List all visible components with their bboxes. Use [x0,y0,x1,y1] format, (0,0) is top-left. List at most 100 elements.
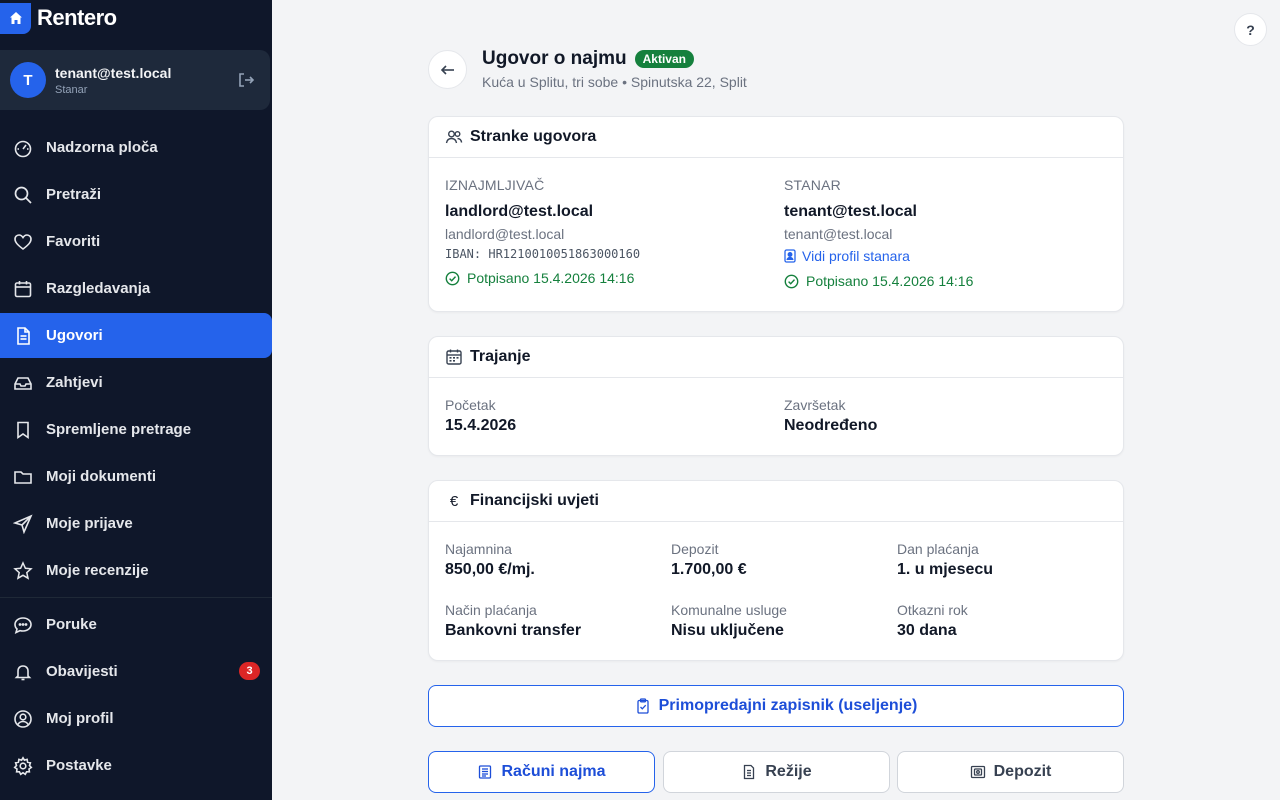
notice-label: Otkazni rok [897,602,968,618]
landlord-email: landlord@test.local [445,226,565,242]
sidebar-item-viewings[interactable]: Razgledavanja [0,266,272,311]
sidebar-nav: Nadzorna ploča Pretraži Favoriti Razgled… [0,125,272,790]
bell-icon [13,662,33,682]
sidebar-item-documents[interactable]: Moji dokumenti [0,454,272,499]
user-icon [13,709,33,729]
check-circle-icon [784,274,799,289]
start-label: Početak [445,397,496,413]
user-card: T tenant@test.local Stanar [0,50,270,110]
divider [0,597,272,598]
sidebar-item-favorites[interactable]: Favoriti [0,219,272,264]
landlord-name: landlord@test.local [445,203,594,220]
sidebar-item-label: Spremljene pretrage [46,421,192,438]
search-icon [13,185,33,205]
sidebar-item-notifications[interactable]: Obavijesti 3 [0,649,272,694]
tenant-name: tenant@test.local [784,203,917,220]
landlord-label: IZNAJMLJIVAČ [445,177,545,193]
tab-utilities[interactable]: Režije [663,751,890,793]
sidebar-item-label: Moji dokumenti [46,468,156,485]
sidebar-item-label: Moj profil [46,710,114,727]
user-email: tenant@test.local [55,64,172,81]
back-button[interactable] [428,50,467,89]
inbox-icon [13,373,33,393]
sidebar-item-label: Razgledavanja [46,280,151,297]
tenant-signed: Potpisano 15.4.2026 14:16 [784,273,1104,289]
utilities-value: Nisu uključene [671,622,784,639]
sidebar-item-messages[interactable]: Poruke [0,602,272,647]
finance-card: € Financijski uvjeti Najamnina 850,00 €/… [428,480,1124,661]
receipt-icon [477,764,493,780]
landlord-signed: Potpisano 15.4.2026 14:16 [445,270,765,286]
landlord-iban: IBAN: HR1210010051863000160 [445,247,641,261]
sidebar-item-label: Nadzorna ploča [46,139,158,156]
help-button[interactable]: ? [1234,13,1267,46]
deposit-value: 1.700,00 € [671,561,747,578]
end-label: Završetak [784,397,846,413]
sidebar-item-label: Moje prijave [46,515,133,532]
brand[interactable]: Rentero [0,0,117,36]
payment-day-label: Dan plaćanja [897,541,979,557]
end-value: Neodređeno [784,417,878,434]
sidebar-item-label: Ugovori [46,327,103,344]
rent-value: 850,00 €/mj. [445,561,535,578]
sidebar-item-reviews[interactable]: Moje recenzije [0,548,272,593]
handover-button[interactable]: Primopredajni zapisnik (useljenje) [428,685,1124,727]
sidebar: Rentero T tenant@test.local Stanar Nadzo… [0,0,272,800]
sidebar-item-label: Pretraži [46,186,102,203]
sidebar-item-contracts[interactable]: Ugovori [0,313,272,358]
sidebar-item-label: Postavke [46,757,112,774]
deposit-label: Depozit [671,541,719,557]
send-icon [13,513,33,534]
page-title: Ugovor o najmu [482,48,627,69]
utilities-label: Komunalne usluge [671,602,787,618]
sidebar-item-settings[interactable]: Postavke [0,743,272,788]
sidebar-item-dashboard[interactable]: Nadzorna ploča [0,125,272,170]
heart-icon [13,232,33,252]
user-role: Stanar [55,83,88,96]
calendar-icon [13,279,33,299]
document-icon [13,326,33,346]
sidebar-item-profile[interactable]: Moj profil [0,696,272,741]
users-icon [445,128,463,146]
gear-icon [13,755,33,776]
status-badge: Aktivan [634,50,694,68]
id-card-icon [784,249,796,263]
chat-icon [13,615,33,635]
logout-icon[interactable] [236,70,256,90]
payment-method-value: Bankovni transfer [445,622,582,639]
rent-label: Najamnina [445,541,512,557]
bookmark-icon [13,420,33,440]
star-icon [13,560,33,581]
payment-method-label: Način plaćanja [445,602,537,618]
sidebar-item-search[interactable]: Pretraži [0,172,272,217]
tenant-profile-link[interactable]: Vidi profil stanara [784,248,1104,264]
euro-icon: € [449,492,459,510]
payment-day-value: 1. u mjesecu [897,561,994,578]
tab-deposit[interactable]: Depozit [897,751,1124,793]
sidebar-item-label: Poruke [46,616,97,633]
brand-name: Rentero [37,5,117,30]
clipboard-check-icon [635,698,651,714]
page-subtitle: Kuća u Splitu, tri sobe • Spinutska 22, … [482,74,747,90]
sidebar-item-label: Favoriti [46,233,101,250]
card-title: Stranke ugovora [470,128,597,145]
tenant-label: STANAR [784,177,841,193]
sidebar-item-label: Zahtjevi [46,374,103,391]
card-title: Trajanje [470,348,531,365]
start-value: 15.4.2026 [445,417,517,434]
tab-rent-invoices[interactable]: Računi najma [428,751,655,793]
arrow-left-icon [440,64,454,75]
notification-badge: 3 [239,662,260,680]
folder-icon [13,467,33,487]
gauge-icon [13,138,33,158]
notice-value: 30 dana [897,622,957,639]
sidebar-item-applications[interactable]: Moje prijave [0,501,272,546]
home-icon [0,2,31,34]
avatar: T [10,62,46,98]
sidebar-item-requests[interactable]: Zahtjevi [0,360,272,405]
card-title: Financijski uvjeti [470,492,599,509]
sidebar-item-saved-searches[interactable]: Spremljene pretrage [0,407,272,452]
safe-icon [970,764,986,780]
sidebar-item-label: Obavijesti [46,663,118,680]
check-circle-icon [445,271,460,286]
